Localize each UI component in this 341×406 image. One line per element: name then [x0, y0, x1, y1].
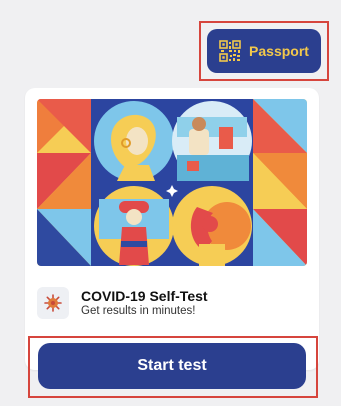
test-subtitle: Get results in minutes! [81, 305, 196, 317]
virus-icon-container [37, 287, 69, 319]
passport-label: Passport [249, 43, 309, 59]
passport-button[interactable]: Passport [207, 29, 321, 73]
covid-test-illustration [37, 99, 307, 266]
start-test-button[interactable]: Start test [38, 343, 306, 389]
test-card: COVID-19 Self-Test Get results in minute… [25, 88, 319, 370]
test-info-row: COVID-19 Self-Test Get results in minute… [37, 283, 307, 323]
qr-code-icon [219, 40, 242, 62]
test-title: COVID-19 Self-Test [81, 288, 208, 304]
virus-icon [44, 294, 62, 312]
